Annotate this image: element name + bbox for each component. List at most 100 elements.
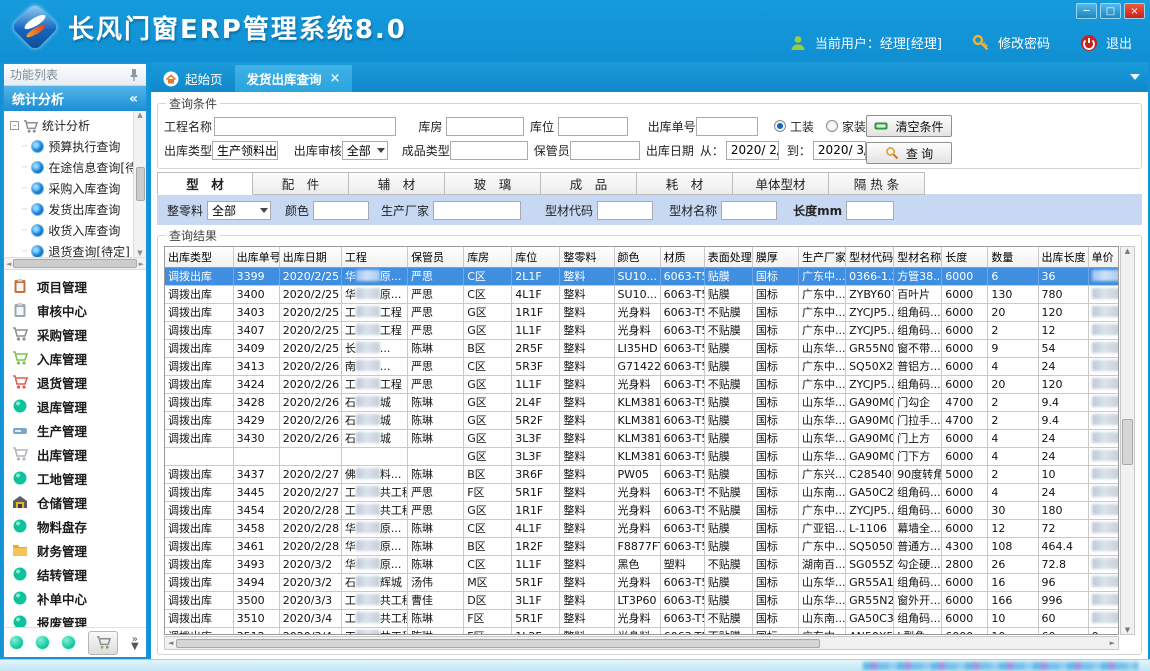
table-row[interactable]: 调拨出库34452020/2/27工共工程严思F区5R1F整料光身料6063-T… [165,483,1119,501]
scrollbar-thumb[interactable] [176,639,820,648]
table-row[interactable]: 调拨出库34302020/2/26石城陈琳G区3L3F整料KLM38176063… [165,429,1119,447]
table-row[interactable]: 调拨出库35122020/3/4工共工程陈琳F区1L2F整料光身料6063-T5… [165,627,1119,635]
scroll-up-icon[interactable]: ▲ [1125,247,1130,255]
table-row[interactable]: 调拨出库33992020/2/25华原...严思C区2L1F整料SU10...6… [165,267,1119,285]
table-row[interactable]: 调拨出库34282020/2/26石城陈琳G区2L4F整料KLM38176063… [165,393,1119,411]
tree-item-3[interactable]: ┈发货出库查询 [10,199,132,220]
sidebar-item-3[interactable]: 入库管理 [12,346,146,370]
table-row[interactable]: 调拨出库34612020/2/28华原...陈琳B区1R2F整料F8877FT6… [165,537,1119,555]
color-input[interactable] [313,201,369,220]
column-header[interactable]: 出库类型 [165,247,233,267]
keeper-input[interactable] [570,141,640,160]
profile-code-input[interactable] [597,201,653,220]
order-no-input[interactable] [696,117,758,136]
tab-0[interactable]: 起始页 [151,65,235,92]
scroll-left-icon[interactable]: ◄ [168,639,173,647]
subtab-6[interactable]: 单体型材 [733,172,829,195]
sidebar-item-13[interactable]: 补单中心 [12,586,146,610]
logout-link[interactable]: 退出 [1106,33,1132,52]
search-button[interactable]: 查 询 [866,142,952,164]
change-password-link[interactable]: 修改密码 [998,33,1050,52]
column-header[interactable]: 出库长度 [1038,247,1088,267]
cart-button[interactable] [88,631,118,655]
column-header[interactable]: 出库单号 [233,247,279,267]
column-header[interactable]: 工程 [341,247,407,267]
radio-home[interactable] [826,120,838,132]
column-header[interactable]: 单价 [1088,247,1119,267]
column-header[interactable]: 库房 [464,247,512,267]
sidebar-item-7[interactable]: 出库管理 [12,442,146,466]
scrollbar-thumb[interactable] [13,259,136,268]
subtab-0[interactable]: 型 材 [157,172,253,195]
grid-vertical-scrollbar[interactable]: ▲ ▼ [1120,246,1135,635]
table-row[interactable]: 调拨出库34542020/2/28工共工程严思G区1R1F整料光身料6063-T… [165,501,1119,519]
scroll-right-icon[interactable]: ► [139,260,144,268]
sidebar-item-5[interactable]: 退库管理 [12,394,146,418]
scroll-down-icon[interactable]: ▼ [137,249,142,257]
scroll-left-icon[interactable]: ◄ [6,260,11,268]
length-input[interactable] [846,201,894,220]
maximize-button[interactable]: □ [1100,3,1121,19]
circle-icon[interactable] [10,636,23,649]
table-row[interactable]: 调拨出库34942020/3/2石辉城汤伟M区5R1F整料光身料6063-T5贴… [165,573,1119,591]
tree-horizontal-scrollbar[interactable]: ◄ ► [4,257,146,270]
collapse-icon[interactable]: « [129,91,138,107]
table-row[interactable]: G区3L3F整料KLM38176063-T5贴膜国标山东华...GA90M09.… [165,447,1119,465]
table-row[interactable]: 调拨出库34092020/2/25长...陈琳B区2R5F整料LI35HD606… [165,339,1119,357]
tree-vertical-scrollbar[interactable]: ▲ ▼ [133,111,146,257]
profile-name-input[interactable] [721,201,777,220]
scrollbar-thumb[interactable] [1122,419,1133,465]
scroll-up-icon[interactable]: ▲ [137,111,142,119]
column-header[interactable]: 长度 [942,247,988,267]
sidebar-section-header[interactable]: 统计分析 « [4,86,146,111]
subtab-4[interactable]: 成 品 [541,172,637,195]
tab-close-icon[interactable]: × [330,71,341,86]
tree-root-statistics[interactable]: -统计分析 [10,115,132,136]
subtab-7[interactable]: 隔 热 条 [829,172,925,195]
column-header[interactable]: 生产厂家 [798,247,845,267]
tree-expander-icon[interactable]: - [10,121,19,130]
table-row[interactable]: 调拨出库34242020/2/26工工程严思G区1L1F整料光身料6063-T5… [165,375,1119,393]
sidebar-item-4[interactable]: 退货管理 [12,370,146,394]
table-row[interactable]: 调拨出库34372020/2/27佛料...陈琳B区3R6F整料PW056063… [165,465,1119,483]
warehouse-input[interactable] [446,117,524,136]
subtab-3[interactable]: 玻 璃 [445,172,541,195]
sidebar-item-10[interactable]: 物料盘存 [12,514,146,538]
table-row[interactable]: 调拨出库34292020/2/26石城陈琳G区5R2F整料KLM38176063… [165,411,1119,429]
date-from-picker[interactable]: 2020/ 2/16 [726,141,779,160]
subtab-2[interactable]: 辅 材 [349,172,445,195]
sidebar-item-1[interactable]: 审核中心 [12,298,146,322]
table-row[interactable]: 调拨出库34932020/3/2华原...陈琳C区1L1F整料黑色塑料不贴膜国标… [165,555,1119,573]
tree-item-0[interactable]: ┈预算执行查询 [10,136,132,157]
sidebar-item-11[interactable]: 财务管理 [12,538,146,562]
close-button[interactable]: × [1124,3,1145,19]
chevron-more-icon[interactable]: »▼ [131,636,139,650]
date-to-picker[interactable]: 2020/ 3/16 [813,141,866,160]
circle-icon[interactable] [36,636,49,649]
scrollbar-thumb[interactable] [136,167,145,201]
radio-industrial[interactable] [774,120,786,132]
column-header[interactable]: 库位 [512,247,560,267]
table-row[interactable]: 调拨出库34032020/2/25工工程严思G区1R1F整料光身料6063-T5… [165,303,1119,321]
column-header[interactable]: 保管员 [408,247,464,267]
minimize-button[interactable]: ─ [1076,3,1097,19]
grid-horizontal-scrollbar[interactable]: ◄ ► [164,636,1119,650]
sidebar-item-8[interactable]: 工地管理 [12,466,146,490]
table-row[interactable]: 调拨出库34582020/2/28华原...陈琳C区4L1F整料光身料6063-… [165,519,1119,537]
subtab-1[interactable]: 配 件 [253,172,349,195]
table-row[interactable]: 调拨出库34072020/2/25工工程严思G区1L1F整料光身料6063-T5… [165,321,1119,339]
column-header[interactable]: 型材代码 [846,247,894,267]
tree-item-5[interactable]: ┈退货查询[待定] [10,241,132,257]
product-type-input[interactable] [450,141,528,160]
clear-conditions-button[interactable]: 清空条件 [866,115,952,137]
tree-item-4[interactable]: ┈收货入库查询 [10,220,132,241]
audit-select[interactable]: 全部 [342,141,388,160]
table-row[interactable]: 调拨出库34132020/2/26南...严思C区5R3F整料G71422606… [165,357,1119,375]
sidebar-item-14[interactable]: 报废管理 [12,610,146,627]
sidebar-item-0[interactable]: 项目管理 [12,274,146,298]
tree-item-2[interactable]: ┈采购入库查询 [10,178,132,199]
column-header[interactable]: 整零料 [560,247,614,267]
table-row[interactable]: 调拨出库34002020/2/25华原...严思C区4L1F整料SU10...6… [165,285,1119,303]
sidebar-item-12[interactable]: 结转管理 [12,562,146,586]
project-name-input[interactable] [214,117,396,136]
